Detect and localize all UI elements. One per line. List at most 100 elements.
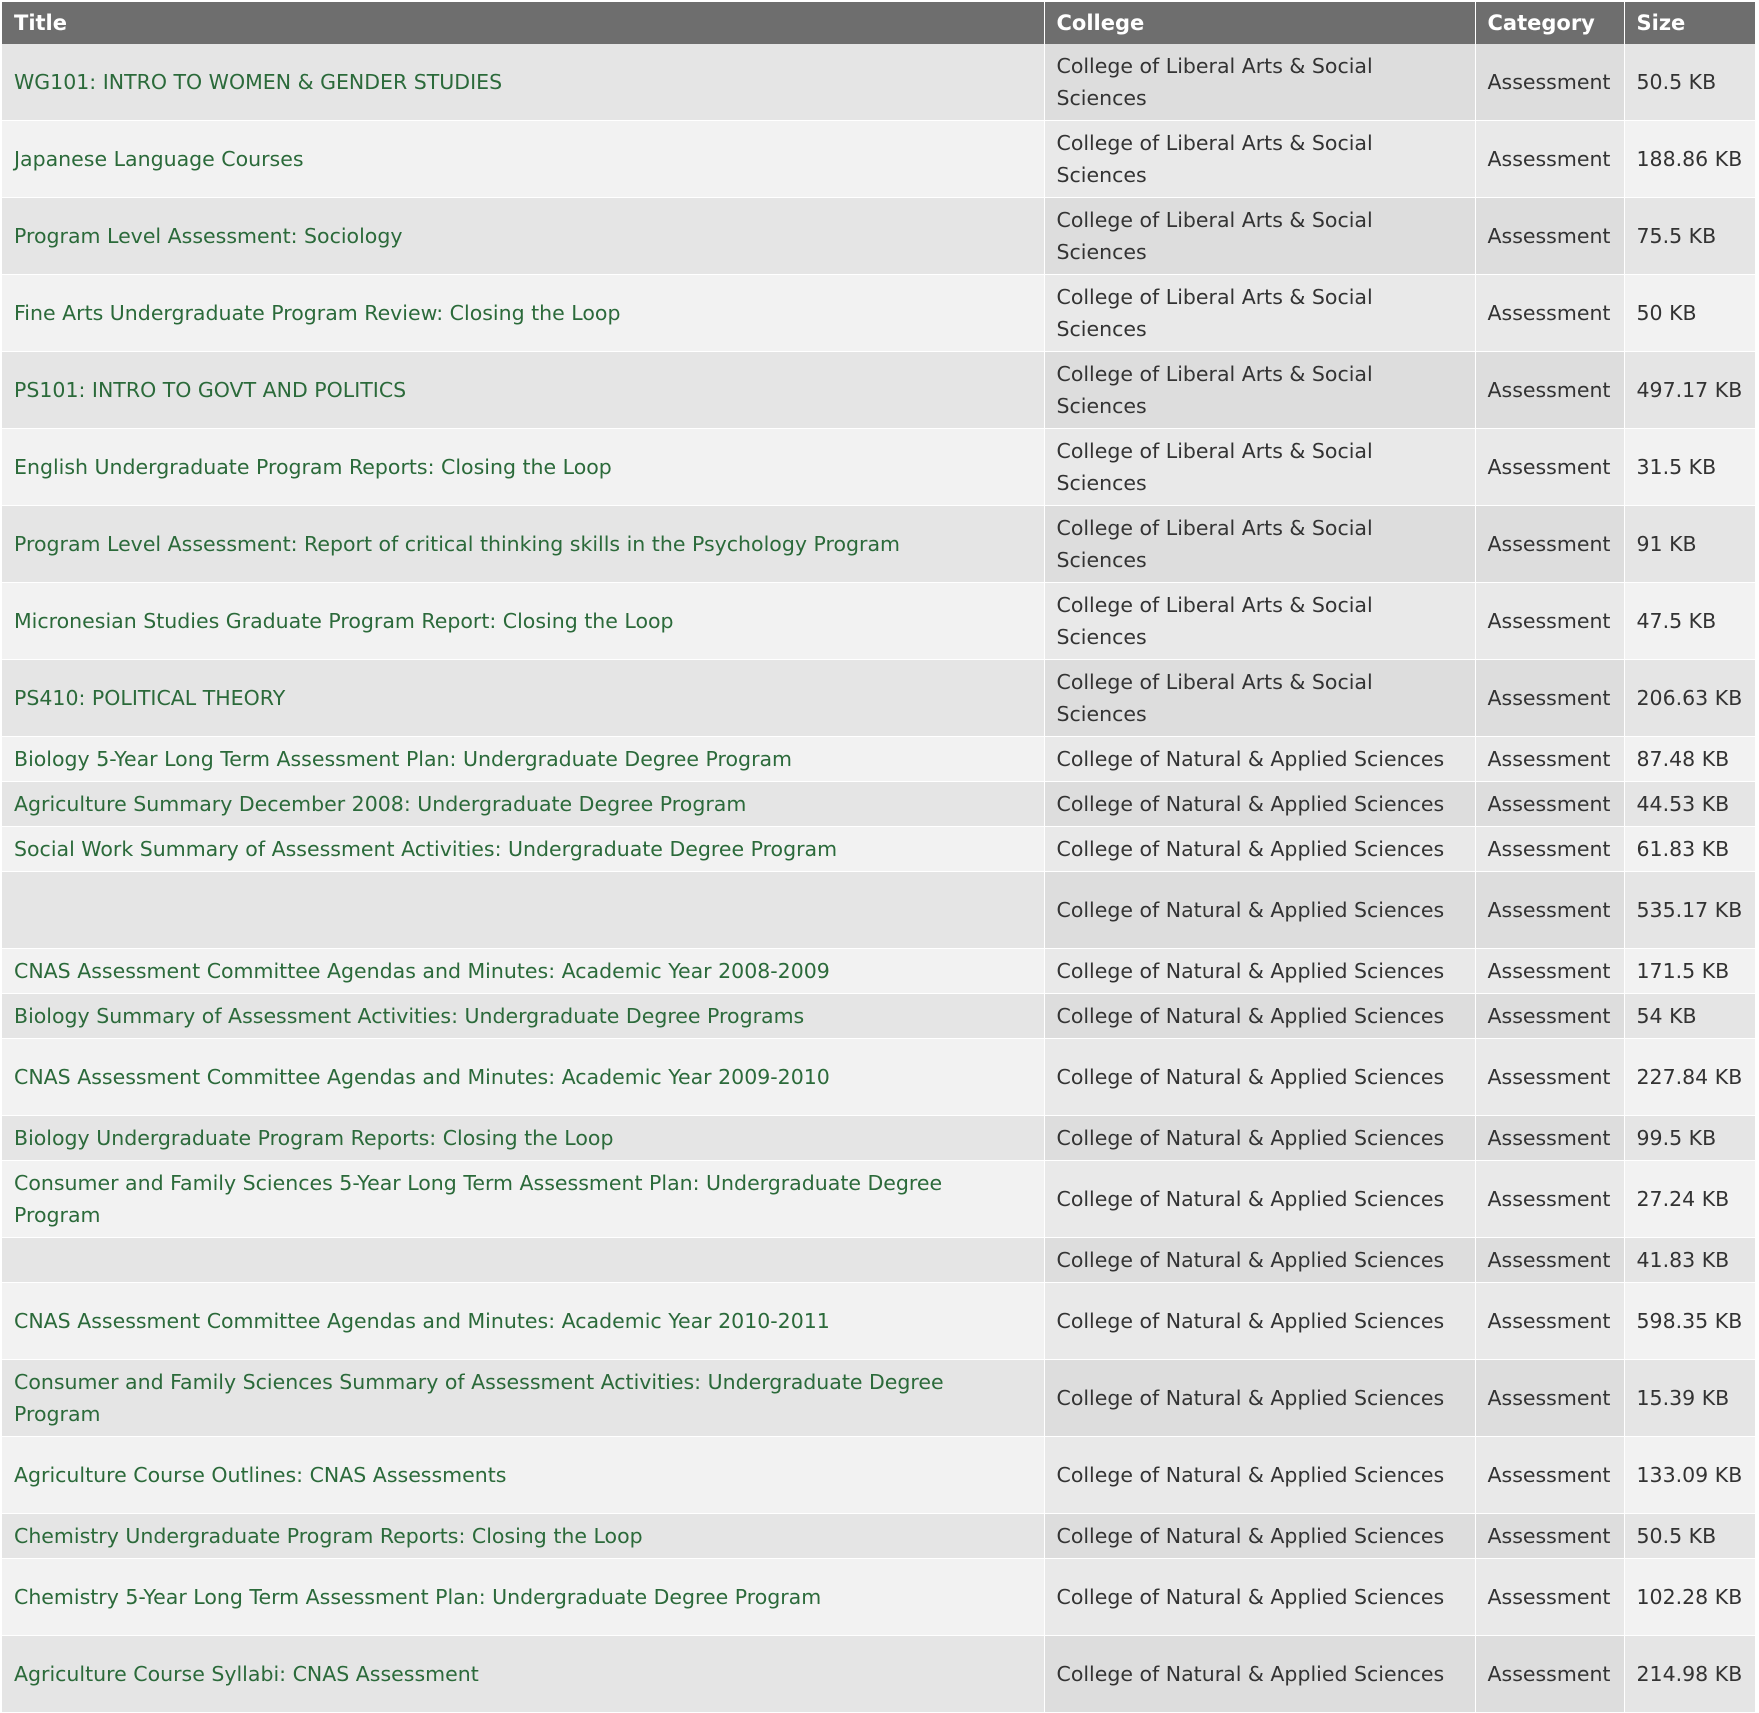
college-cell: College of Liberal Arts & Social Science… (1044, 428, 1476, 506)
category-cell: Assessment (1475, 1115, 1625, 1161)
table-row: Consumer and Family Sciences Summary of … (2, 1359, 1755, 1437)
document-title-link[interactable]: Biology Undergraduate Program Reports: C… (14, 1126, 613, 1150)
table-row: CNAS Assessment Committee Agendas and Mi… (2, 1038, 1755, 1116)
college-cell: College of Liberal Arts & Social Science… (1044, 659, 1476, 737)
document-title-link[interactable]: Biology 5-Year Long Term Assessment Plan… (14, 747, 792, 771)
category-cell: Assessment (1475, 582, 1625, 660)
college-cell: College of Liberal Arts & Social Science… (1044, 44, 1476, 121)
size-cell: 27.24 KB (1624, 1160, 1755, 1238)
size-cell: 87.48 KB (1624, 736, 1755, 782)
table-body: WG101: INTRO TO WOMEN & GENDER STUDIES C… (2, 44, 1755, 1713)
document-title-link[interactable]: Fine Arts Undergraduate Program Review: … (14, 301, 620, 325)
title-cell: CNAS Assessment Committee Agendas and Mi… (2, 948, 1045, 994)
category-cell: Assessment (1475, 1038, 1625, 1116)
document-title-link[interactable]: Consumer and Family Sciences 5-Year Long… (14, 1171, 942, 1227)
table-row: Program Level Assessment: Sociology Coll… (2, 197, 1755, 275)
size-cell: 171.5 KB (1624, 948, 1755, 994)
table-row: Micronesian Studies Graduate Program Rep… (2, 582, 1755, 660)
documents-table: Title College Category Size WG101: INTRO… (2, 2, 1755, 1713)
document-title-link[interactable]: CNAS Assessment Committee Agendas and Mi… (14, 959, 830, 983)
document-title-link[interactable]: WG101: INTRO TO WOMEN & GENDER STUDIES (14, 70, 502, 94)
document-title-link[interactable]: Social Work Summary of Assessment Activi… (14, 837, 837, 861)
document-title-link[interactable]: CNAS Assessment Committee Agendas and Mi… (14, 1065, 830, 1089)
college-cell: College of Liberal Arts & Social Science… (1044, 120, 1476, 198)
table-row: Japanese Language Courses College of Lib… (2, 120, 1755, 198)
title-cell (2, 871, 1045, 949)
document-title-link[interactable]: Consumer and Family Sciences Summary of … (14, 1370, 944, 1426)
category-cell: Assessment (1475, 274, 1625, 352)
document-title-link[interactable]: Japanese Language Courses (14, 147, 304, 171)
category-cell: Assessment (1475, 44, 1625, 121)
college-cell: College of Natural & Applied Sciences (1044, 1436, 1476, 1514)
category-cell: Assessment (1475, 826, 1625, 872)
category-cell: Assessment (1475, 1237, 1625, 1283)
column-header-college[interactable]: College (1044, 2, 1476, 44)
size-cell: 61.83 KB (1624, 826, 1755, 872)
college-cell: College of Natural & Applied Sciences (1044, 1359, 1476, 1437)
size-cell: 497.17 KB (1624, 351, 1755, 429)
table-header-row: Title College Category Size (2, 2, 1755, 44)
title-cell: Program Level Assessment: Report of crit… (2, 505, 1045, 583)
college-cell: College of Natural & Applied Sciences (1044, 871, 1476, 949)
document-title-link[interactable]: PS101: INTRO TO GOVT AND POLITICS (14, 378, 406, 402)
category-cell: Assessment (1475, 197, 1625, 275)
document-title-link[interactable]: Agriculture Summary December 2008: Under… (14, 792, 746, 816)
document-title-link[interactable]: Biology Summary of Assessment Activities… (14, 1004, 804, 1028)
column-header-size[interactable]: Size (1624, 2, 1755, 44)
document-title-link[interactable]: Program Level Assessment: Report of crit… (14, 532, 900, 556)
size-cell: 102.28 KB (1624, 1558, 1755, 1636)
college-cell: College of Natural & Applied Sciences (1044, 948, 1476, 994)
table-row: English Undergraduate Program Reports: C… (2, 428, 1755, 506)
title-cell: WG101: INTRO TO WOMEN & GENDER STUDIES (2, 44, 1045, 121)
document-title-link[interactable]: Chemistry 5-Year Long Term Assessment Pl… (14, 1585, 821, 1609)
college-cell: College of Natural & Applied Sciences (1044, 1237, 1476, 1283)
title-cell: Fine Arts Undergraduate Program Review: … (2, 274, 1045, 352)
documents-table-container: Title College Category Size WG101: INTRO… (2, 2, 1755, 1713)
category-cell: Assessment (1475, 659, 1625, 737)
size-cell: 133.09 KB (1624, 1436, 1755, 1514)
table-row: Biology 5-Year Long Term Assessment Plan… (2, 736, 1755, 782)
table-row: Agriculture Course Syllabi: CNAS Assessm… (2, 1635, 1755, 1713)
table-row: Chemistry 5-Year Long Term Assessment Pl… (2, 1558, 1755, 1636)
title-cell: Biology Undergraduate Program Reports: C… (2, 1115, 1045, 1161)
title-cell: Program Level Assessment: Sociology (2, 197, 1045, 275)
table-row: Agriculture Course Outlines: CNAS Assess… (2, 1436, 1755, 1514)
title-cell: Agriculture Summary December 2008: Under… (2, 781, 1045, 827)
table-row: PS101: INTRO TO GOVT AND POLITICS Colleg… (2, 351, 1755, 429)
size-cell: 44.53 KB (1624, 781, 1755, 827)
title-cell: CNAS Assessment Committee Agendas and Mi… (2, 1282, 1045, 1360)
title-cell: Agriculture Course Syllabi: CNAS Assessm… (2, 1635, 1045, 1713)
table-row: Agriculture Summary December 2008: Under… (2, 781, 1755, 827)
category-cell: Assessment (1475, 948, 1625, 994)
college-cell: College of Natural & Applied Sciences (1044, 826, 1476, 872)
document-title-link[interactable]: CNAS Assessment Committee Agendas and Mi… (14, 1309, 830, 1333)
category-cell: Assessment (1475, 781, 1625, 827)
table-row: Chemistry Undergraduate Program Reports:… (2, 1513, 1755, 1559)
size-cell: 535.17 KB (1624, 871, 1755, 949)
size-cell: 598.35 KB (1624, 1282, 1755, 1360)
size-cell: 227.84 KB (1624, 1038, 1755, 1116)
document-title-link[interactable]: English Undergraduate Program Reports: C… (14, 455, 612, 479)
document-title-link[interactable]: Agriculture Course Syllabi: CNAS Assessm… (14, 1662, 479, 1686)
title-cell: PS410: POLITICAL THEORY (2, 659, 1045, 737)
size-cell: 99.5 KB (1624, 1115, 1755, 1161)
college-cell: College of Natural & Applied Sciences (1044, 1635, 1476, 1713)
title-cell: Chemistry 5-Year Long Term Assessment Pl… (2, 1558, 1045, 1636)
category-cell: Assessment (1475, 993, 1625, 1039)
table-row: Consumer and Family Sciences 5-Year Long… (2, 1160, 1755, 1238)
category-cell: Assessment (1475, 871, 1625, 949)
size-cell: 75.5 KB (1624, 197, 1755, 275)
document-title-link[interactable]: Agriculture Course Outlines: CNAS Assess… (14, 1463, 506, 1487)
college-cell: College of Natural & Applied Sciences (1044, 736, 1476, 782)
college-cell: College of Natural & Applied Sciences (1044, 1282, 1476, 1360)
column-header-category[interactable]: Category (1475, 2, 1625, 44)
document-title-link[interactable]: Chemistry Undergraduate Program Reports:… (14, 1524, 643, 1548)
document-title-link[interactable]: Program Level Assessment: Sociology (14, 224, 402, 248)
column-header-title[interactable]: Title (2, 2, 1045, 44)
category-cell: Assessment (1475, 1513, 1625, 1559)
table-row: Program Level Assessment: Report of crit… (2, 505, 1755, 583)
category-cell: Assessment (1475, 1160, 1625, 1238)
document-title-link[interactable]: Micronesian Studies Graduate Program Rep… (14, 609, 674, 633)
document-title-link[interactable]: PS410: POLITICAL THEORY (14, 686, 285, 710)
category-cell: Assessment (1475, 1558, 1625, 1636)
